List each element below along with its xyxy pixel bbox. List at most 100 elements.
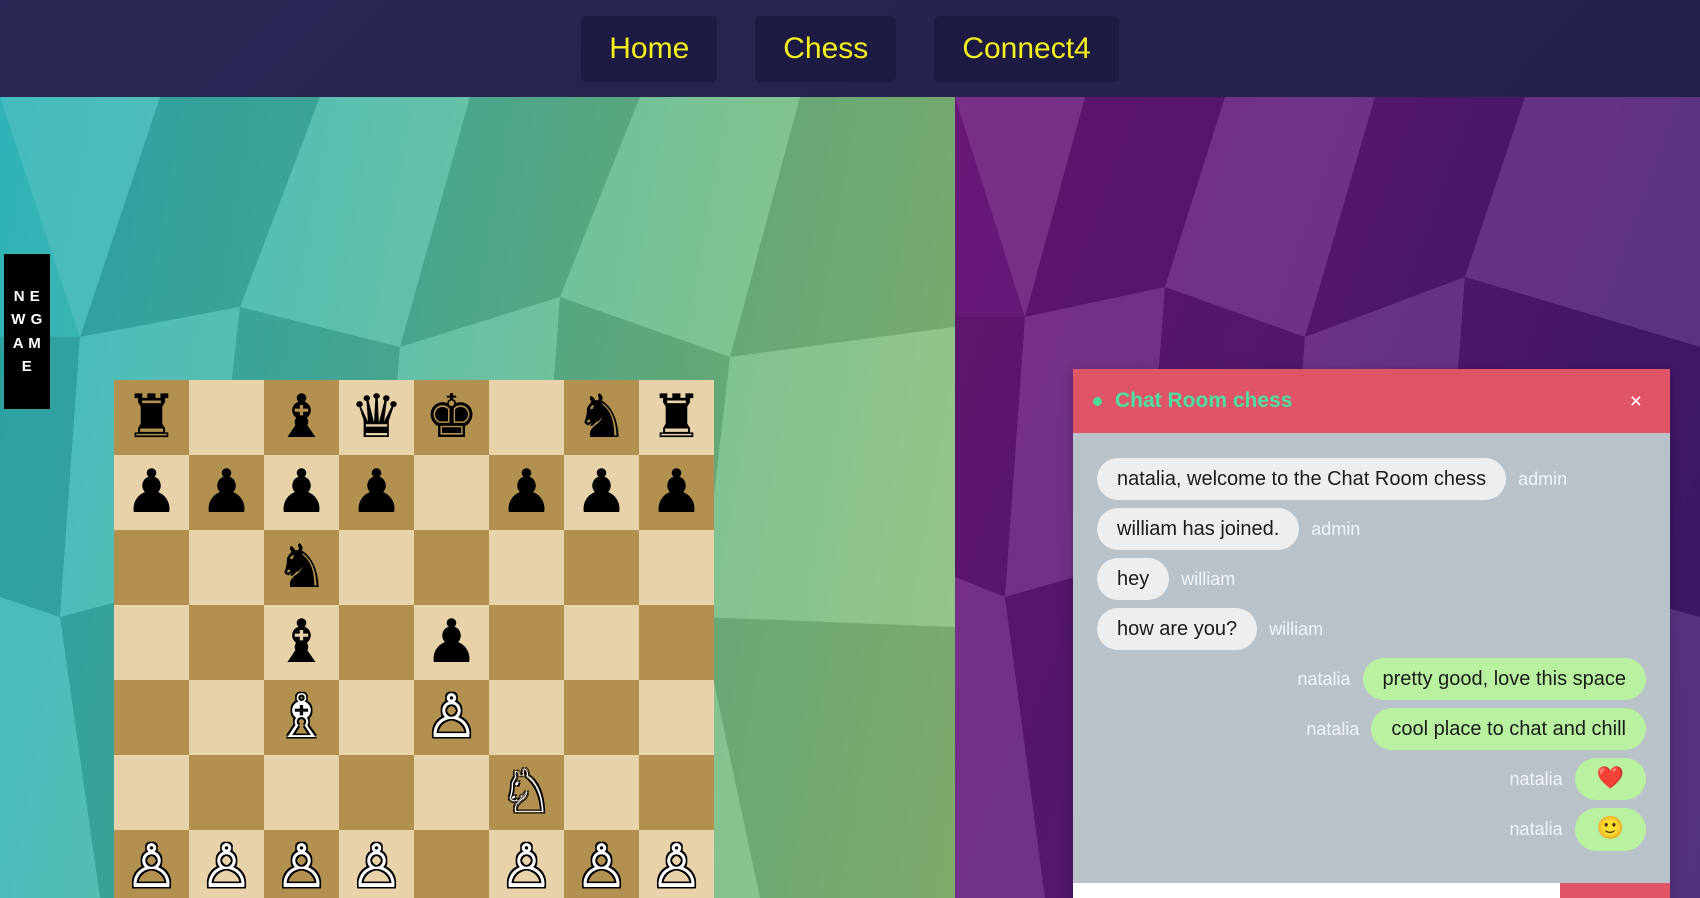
chat-message-input[interactable]	[1073, 883, 1560, 898]
board-square-d8[interactable]: ♛	[339, 380, 414, 455]
board-square-h2[interactable]: ♙	[639, 830, 714, 898]
board-square-e5[interactable]: ♟	[414, 605, 489, 680]
chess-piece-r: ♜	[649, 381, 704, 452]
board-square-a6[interactable]	[114, 530, 189, 605]
board-square-c5[interactable]: ♝	[264, 605, 339, 680]
close-icon[interactable]: ×	[1624, 389, 1648, 414]
chat-message-author: natalia	[1306, 718, 1360, 739]
board-square-c2[interactable]: ♙	[264, 830, 339, 898]
board-square-c8[interactable]: ♝	[264, 380, 339, 455]
chess-piece-n: ♞	[574, 381, 629, 452]
board-square-g4[interactable]	[564, 680, 639, 755]
board-square-h8[interactable]: ♜	[639, 380, 714, 455]
board-square-b5[interactable]	[189, 605, 264, 680]
board-square-a5[interactable]	[114, 605, 189, 680]
chat-message-author: admin	[1311, 518, 1361, 539]
board-square-e4[interactable]: ♙	[414, 680, 489, 755]
main-stage: N E W G A M E ♜ ♝ ♛ ♚ ♞ ♜ ♟ ♟ ♟ ♟ ♟ ♟ ♟ ♞ ♝ ♟ ♗ ♙ ♘ ♙ ♙ ♙ ♙ ♙ ♙ ♙…	[0, 97, 1700, 898]
app-root: Home Chess Connect4 N E W G A M E ♜ ♝ ♛ …	[0, 0, 1700, 898]
board-square-a7[interactable]: ♟	[114, 455, 189, 530]
chat-message: william has joined. admin	[1097, 508, 1646, 550]
board-square-b8[interactable]	[189, 380, 264, 455]
chat-message-text: natalia, welcome to the Chat Room chess	[1097, 458, 1507, 500]
board-square-h7[interactable]: ♟	[639, 455, 714, 530]
chess-piece-P: ♙	[424, 681, 479, 752]
chat-message: natalia 🙂	[1097, 808, 1646, 851]
top-navbar: Home Chess Connect4	[0, 0, 1700, 97]
board-square-b7[interactable]: ♟	[189, 455, 264, 530]
chess-piece-k: ♚	[424, 381, 479, 452]
board-square-d5[interactable]	[339, 605, 414, 680]
board-square-e7[interactable]	[414, 455, 489, 530]
chess-piece-p: ♟	[124, 456, 179, 527]
nav-item-connect4[interactable]: Connect4	[934, 15, 1119, 82]
board-square-b3[interactable]	[189, 755, 264, 830]
chat-composer: SEND	[1073, 883, 1670, 898]
board-square-c3[interactable]	[264, 755, 339, 830]
chat-message-author: natalia	[1297, 668, 1351, 689]
board-square-f3[interactable]: ♘	[489, 755, 564, 830]
chat-message-author: natalia	[1509, 768, 1563, 789]
chat-message-text: william has joined.	[1097, 508, 1300, 550]
board-square-d2[interactable]: ♙	[339, 830, 414, 898]
board-square-g2[interactable]: ♙	[564, 830, 639, 898]
board-square-h6[interactable]	[639, 530, 714, 605]
chess-piece-p: ♟	[499, 456, 554, 527]
board-square-g7[interactable]: ♟	[564, 455, 639, 530]
chat-message-emoji: ❤️	[1574, 758, 1646, 801]
chat-message-text: pretty good, love this space	[1362, 658, 1646, 700]
board-square-a2[interactable]: ♙	[114, 830, 189, 898]
board-square-e2[interactable]	[414, 830, 489, 898]
board-square-h3[interactable]	[639, 755, 714, 830]
chess-piece-B: ♗	[274, 681, 329, 752]
new-game-button[interactable]: N E W G A M E	[4, 254, 50, 409]
board-square-c4[interactable]: ♗	[264, 680, 339, 755]
chess-board[interactable]: ♜♝♛♚♞♜♟♟♟♟♟♟♟♞♝♟♗♙♘♙♙♙♙♙♙♙♖♘♗♕♖♔	[114, 380, 714, 898]
chess-piece-p: ♟	[424, 606, 479, 677]
board-square-b6[interactable]	[189, 530, 264, 605]
chess-piece-b: ♝	[274, 606, 329, 677]
board-square-d3[interactable]	[339, 755, 414, 830]
chat-room-title: Chat Room chess	[1115, 389, 1293, 412]
board-square-f4[interactable]	[489, 680, 564, 755]
board-square-f6[interactable]	[489, 530, 564, 605]
board-square-f5[interactable]	[489, 605, 564, 680]
nav-item-home[interactable]: Home	[581, 15, 718, 82]
send-button[interactable]: SEND	[1560, 883, 1670, 898]
board-square-c7[interactable]: ♟	[264, 455, 339, 530]
board-square-d4[interactable]	[339, 680, 414, 755]
chat-message-list[interactable]: natalia, welcome to the Chat Room chess a…	[1073, 433, 1670, 883]
chat-message-text: hey	[1097, 558, 1170, 600]
board-square-g8[interactable]: ♞	[564, 380, 639, 455]
board-square-e3[interactable]	[414, 755, 489, 830]
chat-message-author: natalia	[1509, 819, 1563, 840]
board-square-a3[interactable]	[114, 755, 189, 830]
chat-message: how are you? william	[1097, 608, 1646, 650]
board-square-g3[interactable]	[564, 755, 639, 830]
chess-piece-n: ♞	[274, 531, 329, 602]
board-square-g5[interactable]	[564, 605, 639, 680]
board-square-f2[interactable]: ♙	[489, 830, 564, 898]
board-square-c6[interactable]: ♞	[264, 530, 339, 605]
board-square-d7[interactable]: ♟	[339, 455, 414, 530]
board-square-h5[interactable]	[639, 605, 714, 680]
game-panel: N E W G A M E ♜ ♝ ♛ ♚ ♞ ♜ ♟ ♟ ♟ ♟ ♟ ♟ ♟ ♞ ♝ ♟ ♗ ♙ ♘ ♙ ♙ ♙ ♙ ♙ ♙ ♙…	[0, 97, 955, 898]
board-square-e8[interactable]: ♚	[414, 380, 489, 455]
board-square-e6[interactable]	[414, 530, 489, 605]
board-square-g6[interactable]	[564, 530, 639, 605]
board-square-f7[interactable]: ♟	[489, 455, 564, 530]
chess-piece-b: ♝	[274, 381, 329, 452]
nav-item-chess[interactable]: Chess	[755, 15, 897, 82]
chess-piece-P: ♙	[649, 831, 704, 898]
board-square-a4[interactable]	[114, 680, 189, 755]
board-square-f8[interactable]	[489, 380, 564, 455]
chat-message-author: admin	[1518, 468, 1568, 489]
chat-message-emoji: 🙂	[1574, 808, 1646, 851]
board-square-h4[interactable]	[639, 680, 714, 755]
board-square-a8[interactable]: ♜	[114, 380, 189, 455]
board-square-b4[interactable]	[189, 680, 264, 755]
chat-message-text: cool place to chat and chill	[1371, 708, 1646, 750]
board-square-b2[interactable]: ♙	[189, 830, 264, 898]
board-square-d6[interactable]	[339, 530, 414, 605]
chess-piece-P: ♙	[499, 831, 554, 898]
